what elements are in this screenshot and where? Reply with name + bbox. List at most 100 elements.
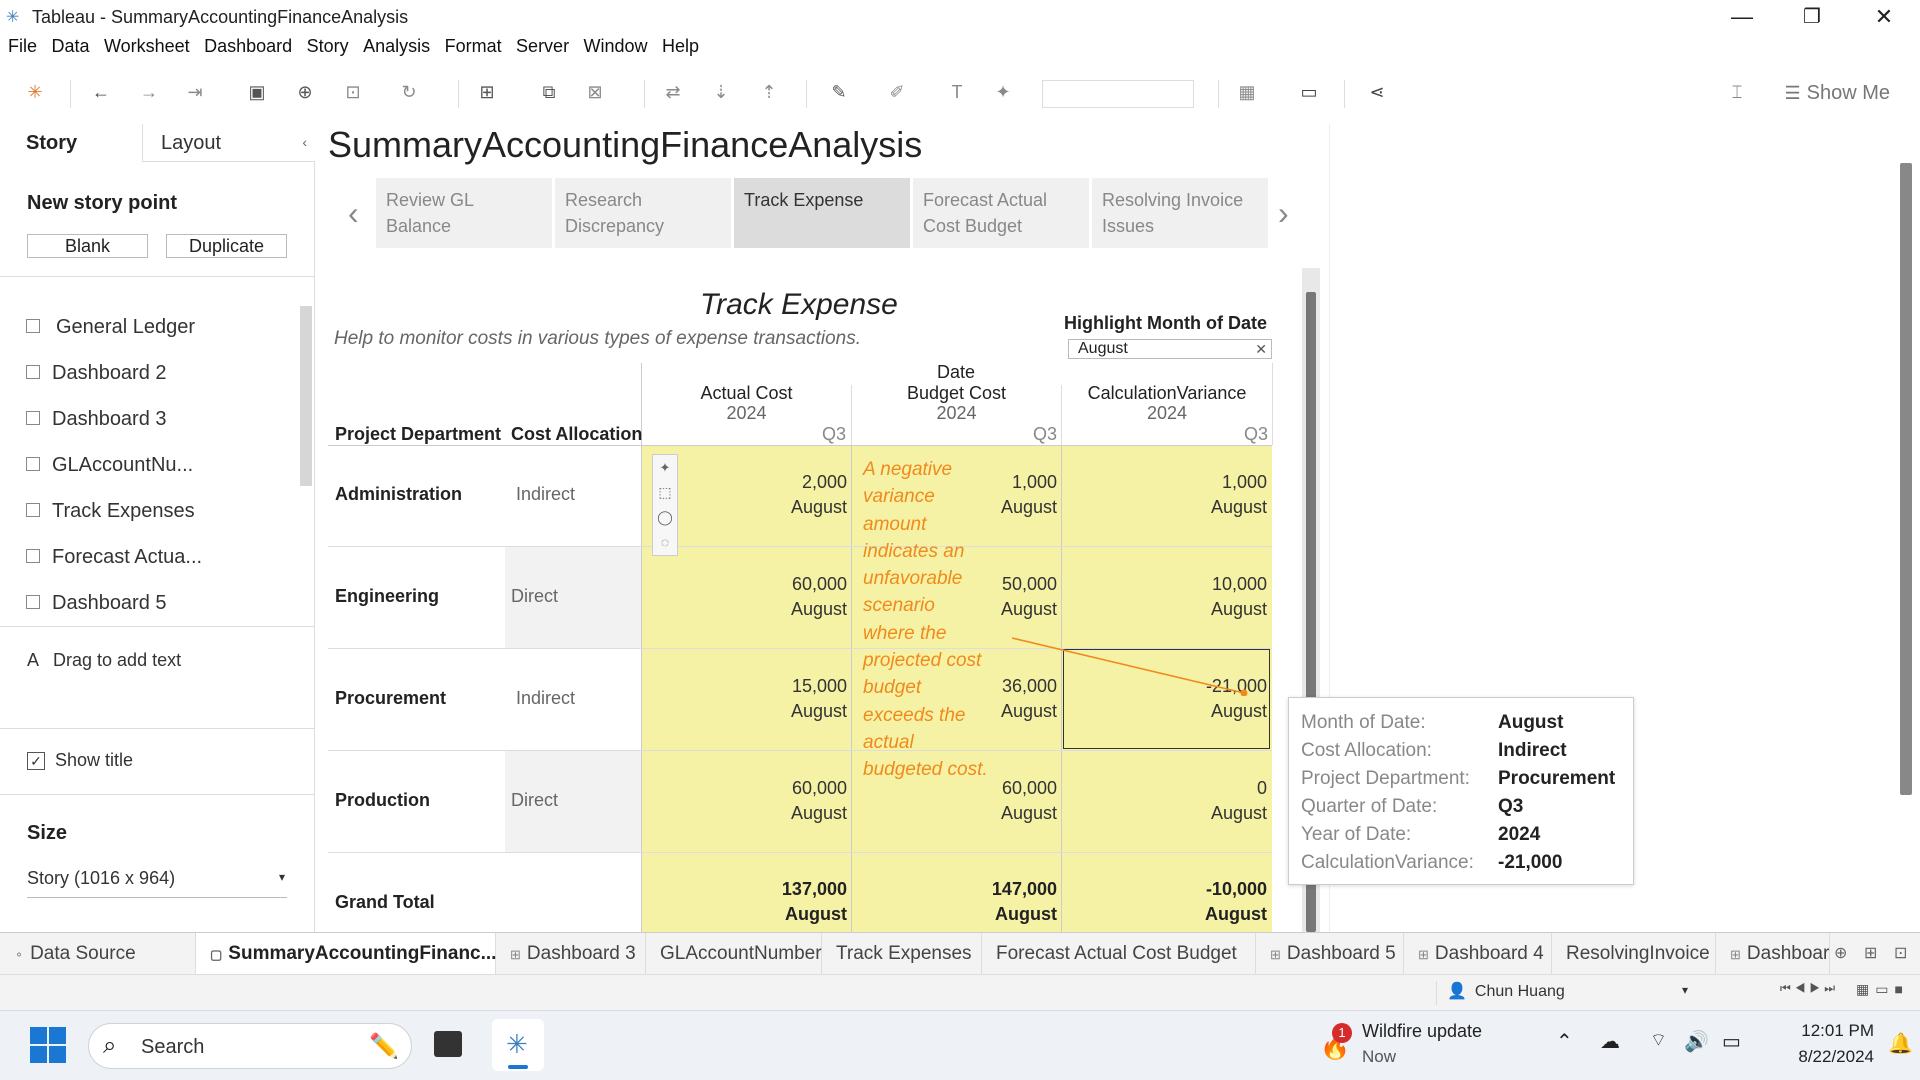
row-dept-engineering[interactable]: Engineering	[335, 586, 439, 607]
wifi-icon[interactable]: ⌔	[1650, 1029, 1667, 1052]
row-alloc[interactable]: Direct	[511, 586, 558, 607]
show-title-checkbox[interactable]: ✓ Show title	[27, 750, 133, 771]
row-dept-administration[interactable]: Administration	[335, 484, 462, 505]
story-point-track-expense[interactable]: Track Expense	[734, 178, 910, 248]
tab-dashboard[interactable]: ⊞ Dashboard	[1716, 933, 1830, 975]
new-dashboard-icon[interactable]: ⊞	[1864, 943, 1877, 963]
pause-updates-icon[interactable]: ⊡	[340, 82, 366, 106]
highlight-month-input[interactable]: August ✕	[1068, 339, 1272, 359]
sort-ascending-icon[interactable]: ⇣	[708, 82, 734, 106]
new-datasource-icon[interactable]: ⊕	[292, 82, 318, 106]
sheet-item-dashboard-2[interactable]: Dashboard 2	[26, 362, 167, 392]
taskbar-search[interactable]: ⌕ Search ✏️	[88, 1023, 412, 1069]
replay-icon[interactable]: ⇥	[182, 82, 208, 106]
tab-dashboard-5[interactable]: ⊞ Dashboard 5	[1256, 933, 1404, 975]
size-dropdown[interactable]: Story (1016 x 964) ▾	[27, 868, 287, 898]
menu-story[interactable]: Story	[307, 36, 349, 57]
menu-format[interactable]: Format	[445, 36, 502, 57]
row-alloc[interactable]: Indirect	[516, 484, 575, 505]
menu-analysis[interactable]: Analysis	[363, 36, 430, 57]
swap-icon[interactable]: ⇄	[660, 82, 686, 106]
show-cards-icon[interactable]: ▦	[1234, 82, 1260, 106]
clock-date[interactable]: 8/22/2024	[1770, 1047, 1874, 1067]
undo-icon[interactable]: ←	[88, 82, 114, 106]
collapse-panel-icon[interactable]: ‹	[302, 134, 307, 150]
lasso-select-icon[interactable]: ◌	[653, 530, 677, 555]
row-alloc[interactable]: Direct	[511, 790, 558, 811]
sheet-item-track-expenses[interactable]: Track Expenses	[26, 500, 195, 530]
menu-data[interactable]: Data	[51, 36, 89, 57]
cell-actual[interactable]: 60,000 August	[760, 572, 847, 622]
story-point-resolving[interactable]: Resolving Invoice Issues	[1092, 178, 1268, 248]
radial-select-icon[interactable]: ◯	[653, 505, 677, 530]
menu-file[interactable]: File	[8, 36, 37, 57]
blank-button[interactable]: Blank	[27, 234, 148, 258]
cell-actual[interactable]: 15,000 August	[760, 674, 847, 724]
tableau-home-icon[interactable]: ✳	[22, 82, 48, 106]
share-icon[interactable]: ⋖	[1364, 82, 1390, 106]
cell-actual[interactable]: 2,000 August	[760, 470, 847, 520]
tab-dashboard-3[interactable]: ⊞ Dashboard 3	[496, 933, 646, 975]
new-story-icon[interactable]: ⊡	[1894, 943, 1907, 963]
wildfire-notification-icon[interactable]: 🔥 1	[1318, 1023, 1358, 1067]
show-me-button[interactable]: ☰ Show Me	[1784, 82, 1890, 105]
menu-dashboard[interactable]: Dashboard	[204, 36, 292, 57]
cell-variance[interactable]: 0 August	[1160, 776, 1267, 826]
duplicate-button[interactable]: Duplicate	[166, 234, 287, 258]
show-hidden-icons-icon[interactable]: ⌃	[1556, 1029, 1573, 1054]
sheet-item-forecast[interactable]: Forecast Actua...	[26, 546, 202, 576]
cell-variance[interactable]: 10,000 August	[1160, 572, 1267, 622]
presentation-mode-icon[interactable]: ▭	[1296, 82, 1322, 106]
minimize-button[interactable]: —	[1722, 4, 1762, 30]
sort-descending-icon[interactable]: ⇡	[756, 82, 782, 106]
variance-annotation[interactable]: A negative variance amount indicates an …	[863, 456, 991, 784]
duplicate-sheet-icon[interactable]: ⧉	[536, 82, 562, 106]
fit-dropdown[interactable]	[1042, 80, 1194, 108]
group-icon[interactable]: ✐	[884, 82, 910, 106]
tab-dashboard-4[interactable]: ⊞ Dashboard 4	[1404, 933, 1552, 975]
onedrive-icon[interactable]: ☁	[1600, 1029, 1620, 1054]
format-painter-icon[interactable]: ⌶	[1724, 82, 1750, 106]
grand-total-budget[interactable]: 147,000 August	[960, 877, 1057, 927]
tab-resolving-invoice[interactable]: ResolvingInvoice	[1552, 933, 1716, 975]
save-icon[interactable]: ▣	[244, 82, 270, 106]
row-dept-procurement[interactable]: Procurement	[335, 688, 446, 709]
sheet-item-dashboard-3[interactable]: Dashboard 3	[26, 408, 167, 438]
menu-help[interactable]: Help	[662, 36, 699, 57]
clock-time[interactable]: 12:01 PM	[1770, 1021, 1874, 1041]
clear-icon[interactable]: ✕	[1255, 340, 1267, 358]
pin-icon[interactable]: ✦	[653, 455, 677, 480]
new-sheet-icon[interactable]: ⊞	[474, 82, 500, 106]
previous-story-point-icon[interactable]: ‹	[348, 195, 359, 232]
clear-sheet-icon[interactable]: ⊠	[582, 82, 608, 106]
highlight-icon[interactable]: ✎	[826, 82, 852, 106]
sheet-item-dashboard-5[interactable]: Dashboard 5	[26, 592, 167, 612]
refresh-icon[interactable]: ↻	[396, 82, 422, 106]
row-alloc[interactable]: Indirect	[516, 688, 575, 709]
notification-center-icon[interactable]: 🔔	[1888, 1031, 1913, 1056]
rectangle-select-icon[interactable]: ⬚	[653, 480, 677, 505]
volume-icon[interactable]: 🔊	[1684, 1029, 1709, 1054]
story-point-forecast[interactable]: Forecast Actual Cost Budget	[913, 178, 1089, 248]
workspace-scrollbar[interactable]	[1900, 163, 1912, 795]
menu-window[interactable]: Window	[584, 36, 648, 57]
task-view-icon[interactable]	[434, 1031, 462, 1057]
tab-data-source[interactable]: ⚬ Data Source	[0, 933, 196, 975]
cell-variance[interactable]: 1,000 August	[1160, 470, 1267, 520]
menu-worksheet[interactable]: Worksheet	[104, 36, 190, 57]
tab-layout[interactable]: Layout ‹	[142, 124, 315, 162]
view-mode-icons[interactable]: ▦▭■	[1856, 981, 1909, 998]
story-point-review-gl[interactable]: Review GL Balance	[376, 178, 552, 248]
tab-forecast[interactable]: Forecast Actual Cost Budget	[982, 933, 1256, 975]
tableau-taskbar-app[interactable]: ✳	[492, 1019, 544, 1071]
tab-summary-story[interactable]: ▢ SummaryAccountingFinanc...	[196, 933, 496, 975]
labels-icon[interactable]: T	[944, 82, 970, 106]
tab-glaccountnumber[interactable]: GLAccountNumber	[646, 933, 822, 975]
tab-track-expenses[interactable]: Track Expenses	[822, 933, 982, 975]
fix-axes-icon[interactable]: ✦	[990, 82, 1016, 106]
tab-story[interactable]: Story	[0, 124, 142, 162]
sheet-item-general-ledger[interactable]: General Ledger	[26, 316, 195, 346]
row-dept-production[interactable]: Production	[335, 790, 430, 811]
redo-icon[interactable]: →	[136, 82, 162, 106]
sheet-nav-icons[interactable]: ⏮◀▶⏭	[1780, 981, 1839, 996]
